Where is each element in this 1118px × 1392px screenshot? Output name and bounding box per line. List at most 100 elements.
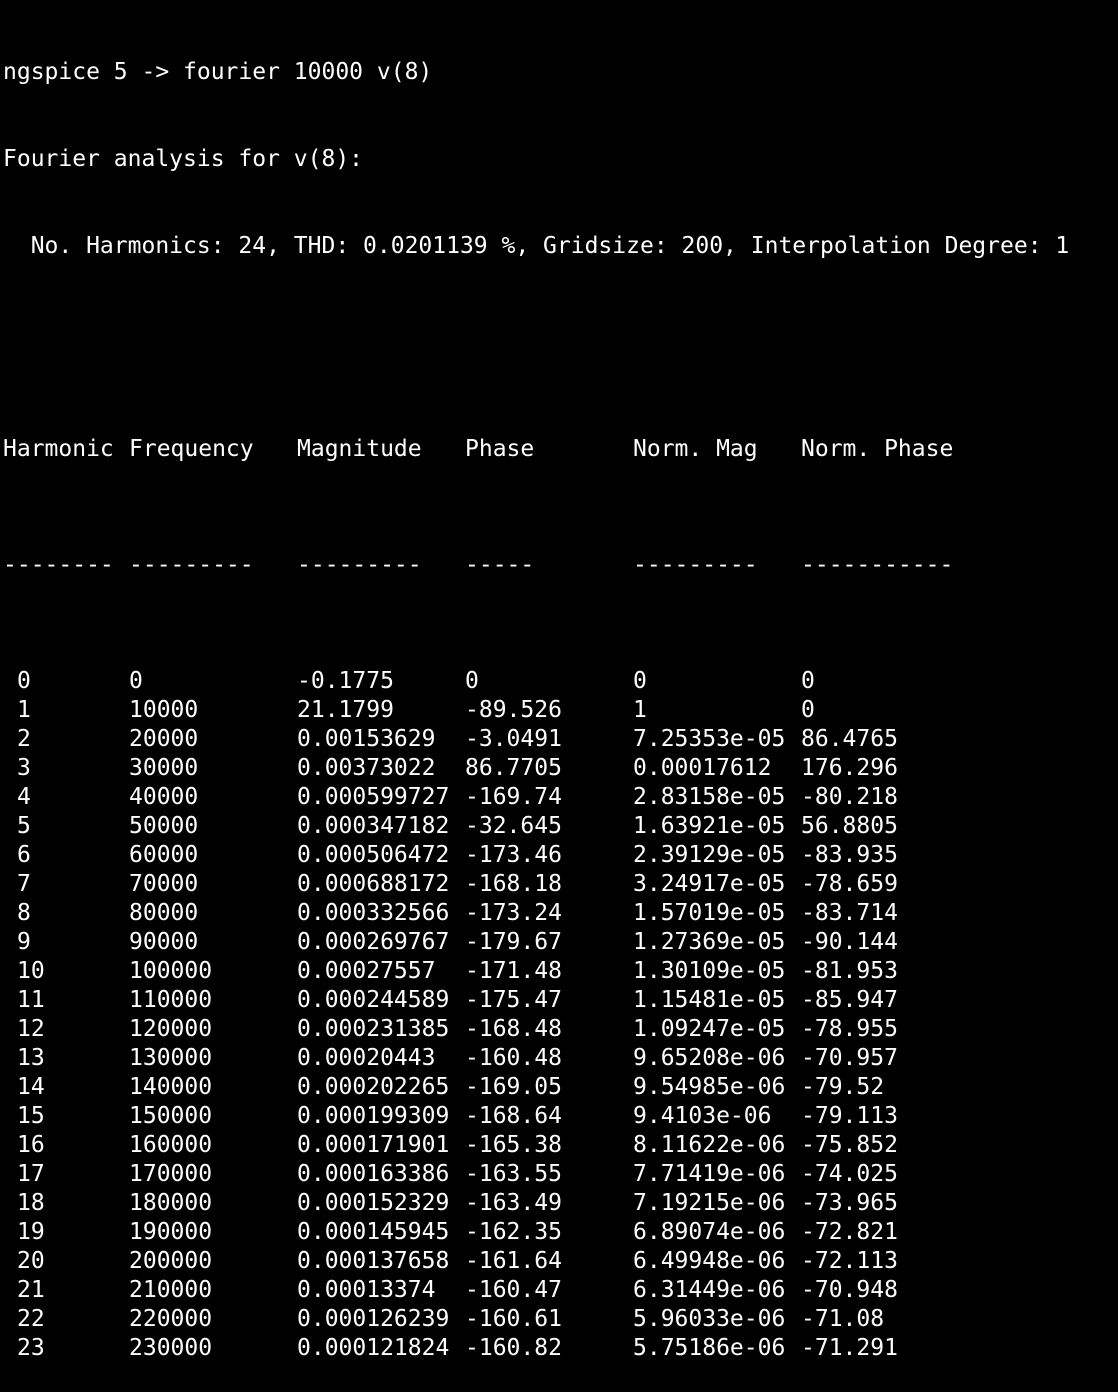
cell-harmonic: 15 bbox=[17, 1103, 45, 1129]
header-phase: Phase bbox=[465, 436, 535, 462]
cell-frequency: 210000 bbox=[129, 1277, 213, 1303]
cell-norm-phase: -85.947 bbox=[801, 987, 898, 1013]
cell-magnitude: 0.000332566 bbox=[297, 900, 450, 926]
cell-magnitude: 0.000269767 bbox=[297, 929, 450, 955]
table-row: 9 90000 0.000269767 -179.67 1.27369e-05 -90.1… bbox=[3, 928, 1115, 957]
cell-harmonic: 5 bbox=[17, 813, 31, 839]
table-row: 6 60000 0.000506472 -173.46 2.39129e-05 -83.9… bbox=[3, 841, 1115, 870]
table-row: 3 30000 0.00373022 86.7705 0.00017612 176.296 bbox=[3, 754, 1115, 783]
cell-harmonic: 6 bbox=[17, 842, 31, 868]
table-row: 14 140000 0.000202265 -169.05 9.54985e-06 -79… bbox=[3, 1073, 1115, 1102]
cell-harmonic: 13 bbox=[17, 1045, 45, 1071]
cell-frequency: 0 bbox=[129, 668, 143, 694]
cell-norm-phase: -83.714 bbox=[801, 900, 898, 926]
cell-frequency: 230000 bbox=[129, 1335, 213, 1361]
analysis-summary: No. Harmonics: 24, THD: 0.0201139 %, Gri… bbox=[3, 233, 1070, 259]
cell-norm-mag: 1.09247e-05 bbox=[633, 1016, 786, 1042]
cell-norm-phase: 0 bbox=[801, 668, 815, 694]
cell-frequency: 20000 bbox=[129, 726, 199, 752]
cell-norm-phase: 0 bbox=[801, 697, 815, 723]
fourier-table-header: Harmonic Frequency Magnitude Phase Norm.… bbox=[3, 435, 1115, 464]
header-frequency: Frequency bbox=[129, 436, 254, 462]
cell-norm-phase: -78.955 bbox=[801, 1016, 898, 1042]
cell-norm-mag: 1.57019e-05 bbox=[633, 900, 786, 926]
cell-norm-mag: 2.39129e-05 bbox=[633, 842, 786, 868]
analysis-title: Fourier analysis for v(8): bbox=[3, 146, 364, 172]
cell-norm-mag: 9.54985e-06 bbox=[633, 1074, 786, 1100]
cell-norm-mag: 8.11622e-06 bbox=[633, 1132, 786, 1158]
header-harmonic: Harmonic bbox=[3, 436, 114, 462]
cell-phase: -3.0491 bbox=[465, 726, 562, 752]
cell-phase: -160.82 bbox=[465, 1335, 562, 1361]
cell-magnitude: 0.000202265 bbox=[297, 1074, 450, 1100]
cell-frequency: 120000 bbox=[129, 1016, 213, 1042]
cell-norm-mag: 5.96033e-06 bbox=[633, 1306, 786, 1332]
cell-phase: 0 bbox=[465, 668, 479, 694]
table-row: 15 150000 0.000199309 -168.64 9.4103e-06 -79.… bbox=[3, 1102, 1115, 1131]
cell-phase: -32.645 bbox=[465, 813, 562, 839]
cell-norm-mag: 1.30109e-05 bbox=[633, 958, 786, 984]
cell-phase: -163.55 bbox=[465, 1161, 562, 1187]
cell-norm-mag: 9.4103e-06 bbox=[633, 1103, 772, 1129]
cell-harmonic: 1 bbox=[17, 697, 31, 723]
cell-norm-mag: 6.89074e-06 bbox=[633, 1219, 786, 1245]
cell-magnitude: 0.000231385 bbox=[297, 1016, 450, 1042]
cell-phase: -162.35 bbox=[465, 1219, 562, 1245]
cell-phase: -89.526 bbox=[465, 697, 562, 723]
cell-phase: -169.05 bbox=[465, 1074, 562, 1100]
cell-phase: -160.47 bbox=[465, 1277, 562, 1303]
cell-harmonic: 19 bbox=[17, 1219, 45, 1245]
cell-norm-phase: 86.4765 bbox=[801, 726, 898, 752]
cell-norm-phase: 56.8805 bbox=[801, 813, 898, 839]
cell-norm-mag: 1.27369e-05 bbox=[633, 929, 786, 955]
cell-harmonic: 21 bbox=[17, 1277, 45, 1303]
cell-magnitude: 0.000171901 bbox=[297, 1132, 450, 1158]
cell-phase: 86.7705 bbox=[465, 755, 562, 781]
cell-magnitude: 0.000163386 bbox=[297, 1161, 450, 1187]
cell-norm-phase: -80.218 bbox=[801, 784, 898, 810]
cell-magnitude: 0.00153629 bbox=[297, 726, 436, 752]
cell-magnitude: 0.000199309 bbox=[297, 1103, 450, 1129]
cell-frequency: 110000 bbox=[129, 987, 213, 1013]
cell-magnitude: 0.00373022 bbox=[297, 755, 436, 781]
cell-frequency: 40000 bbox=[129, 784, 199, 810]
table-row: 4 40000 0.000599727 -169.74 2.83158e-05 -80.2… bbox=[3, 783, 1115, 812]
cell-frequency: 90000 bbox=[129, 929, 199, 955]
table-row: 12 120000 0.000231385 -168.48 1.09247e-05 -78… bbox=[3, 1015, 1115, 1044]
cell-magnitude: 0.00020443 bbox=[297, 1045, 436, 1071]
cell-norm-phase: -79.113 bbox=[801, 1103, 898, 1129]
cell-norm-mag: 0.00017612 bbox=[633, 755, 772, 781]
cell-norm-phase: -71.08 bbox=[801, 1306, 885, 1332]
cell-norm-mag: 6.49948e-06 bbox=[633, 1248, 786, 1274]
cell-magnitude: 0.000121824 bbox=[297, 1335, 450, 1361]
cell-norm-phase: -70.957 bbox=[801, 1045, 898, 1071]
cell-magnitude: 0.000244589 bbox=[297, 987, 450, 1013]
cell-harmonic: 23 bbox=[17, 1335, 45, 1361]
cell-phase: -169.74 bbox=[465, 784, 562, 810]
cell-magnitude: 0.00013374 bbox=[297, 1277, 436, 1303]
cell-norm-mag: 1.63921e-05 bbox=[633, 813, 786, 839]
cell-magnitude: 21.1799 bbox=[297, 697, 394, 723]
cell-norm-phase: -71.291 bbox=[801, 1335, 898, 1361]
cell-frequency: 140000 bbox=[129, 1074, 213, 1100]
table-row: 11 110000 0.000244589 -175.47 1.15481e-05 -85… bbox=[3, 986, 1115, 1015]
table-row: 18 180000 0.000152329 -163.49 7.19215e-06 -73… bbox=[3, 1189, 1115, 1218]
table-row: 8 80000 0.000332566 -173.24 1.57019e-05 -83.7… bbox=[3, 899, 1115, 928]
rule-magnitude: --------- bbox=[297, 552, 422, 578]
table-row: 19 190000 0.000145945 -162.35 6.89074e-06 -72… bbox=[3, 1218, 1115, 1247]
cell-frequency: 10000 bbox=[129, 697, 199, 723]
command-line: ngspice 5 -> fourier 10000 v(8) bbox=[3, 59, 433, 85]
rule-frequency: --------- bbox=[129, 552, 254, 578]
cell-frequency: 130000 bbox=[129, 1045, 213, 1071]
table-row: 5 50000 0.000347182 -32.645 1.63921e-05 56.88… bbox=[3, 812, 1115, 841]
cell-frequency: 30000 bbox=[129, 755, 199, 781]
terminal-output[interactable]: ngspice 5 -> fourier 10000 v(8) Fourier … bbox=[3, 0, 1115, 1361]
header-magnitude: Magnitude bbox=[297, 436, 422, 462]
cell-magnitude: 0.000506472 bbox=[297, 842, 450, 868]
cell-frequency: 220000 bbox=[129, 1306, 213, 1332]
table-row: 0 0 -0.1775 0 0 0 bbox=[3, 667, 1115, 696]
table-row: 21 210000 0.00013374 -160.47 6.31449e-06 -70.… bbox=[3, 1276, 1115, 1305]
header-norm-phase: Norm. Phase bbox=[801, 436, 954, 462]
cell-harmonic: 9 bbox=[17, 929, 31, 955]
